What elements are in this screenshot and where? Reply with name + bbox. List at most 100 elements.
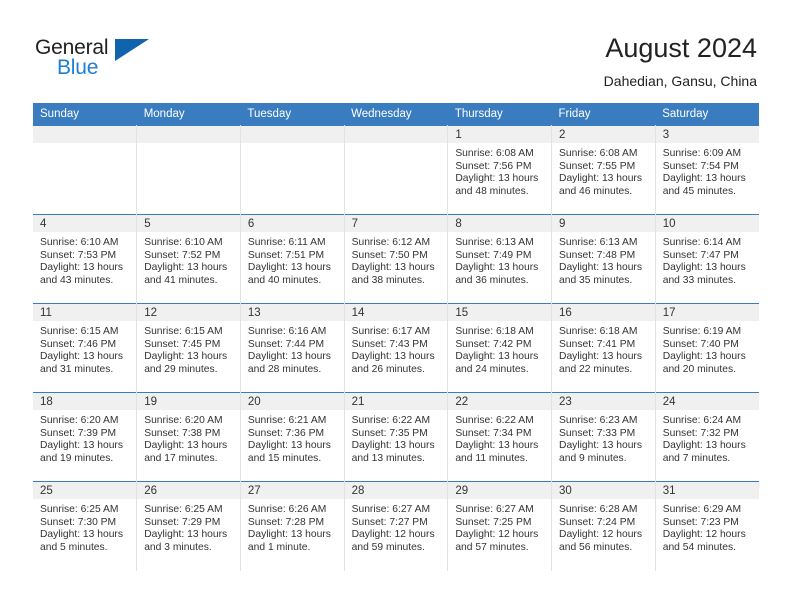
day-number: 20: [240, 393, 344, 410]
calendar-cell-empty: [136, 125, 241, 215]
calendar-day-cell[interactable]: 2 Sunrise: 6:08 AM Sunset: 7:55 PM Daylight…: [551, 125, 656, 215]
sunset-text: Sunset: 7:52 PM: [144, 249, 221, 261]
day-details: Sunrise: 6:29 AM Sunset: 7:23 PM Daylight:…: [656, 499, 759, 554]
sunrise-text: Sunrise: 6:11 AM: [247, 237, 326, 248]
calendar-day-cell[interactable]: 6 Sunrise: 6:11 AM Sunset: 7:51 PM Daylight…: [240, 214, 345, 304]
calendar-day-cell[interactable]: 22 Sunrise: 6:22 AM Sunset: 7:34 PM Dayligh…: [447, 392, 553, 482]
daylight-text-line2: and 24 minutes.: [455, 363, 529, 375]
daylight-text-line2: and 59 minutes.: [351, 541, 425, 553]
sunset-text: Sunset: 7:39 PM: [40, 427, 117, 439]
day-details: Sunrise: 6:24 AM Sunset: 7:32 PM Daylight:…: [656, 410, 759, 465]
calendar-day-cell[interactable]: 19 Sunrise: 6:20 AM Sunset: 7:38 PM Dayligh…: [136, 392, 241, 482]
sunset-text: Sunset: 7:27 PM: [351, 516, 428, 528]
calendar-day-cell[interactable]: 13 Sunrise: 6:16 AM Sunset: 7:44 PM Dayligh…: [240, 303, 345, 393]
day-details: Sunrise: 6:25 AM Sunset: 7:30 PM Daylight:…: [33, 499, 136, 554]
daylight-text-line2: and 41 minutes.: [144, 274, 218, 286]
sunrise-text: Sunrise: 6:15 AM: [144, 326, 223, 337]
daylight-text-line2: and 33 minutes.: [662, 274, 736, 286]
daylight-text-line2: and 20 minutes.: [662, 363, 736, 375]
day-number: 21: [344, 393, 448, 410]
calendar-week-row: 18 Sunrise: 6:20 AM Sunset: 7:39 PM Dayligh…: [33, 392, 759, 482]
calendar-day-cell[interactable]: 5 Sunrise: 6:10 AM Sunset: 7:52 PM Daylight…: [136, 214, 241, 304]
daylight-text-line1: Daylight: 13 hours: [247, 440, 331, 452]
calendar-day-cell[interactable]: 25 Sunrise: 6:25 AM Sunset: 7:30 PM Dayligh…: [33, 481, 138, 571]
day-details: Sunrise: 6:25 AM Sunset: 7:29 PM Daylight:…: [137, 499, 240, 554]
calendar-day-cell[interactable]: 16 Sunrise: 6:18 AM Sunset: 7:41 PM Dayligh…: [551, 303, 656, 393]
day-details: Sunrise: 6:09 AM Sunset: 7:54 PM Daylight:…: [656, 143, 759, 198]
day-details: Sunrise: 6:10 AM Sunset: 7:52 PM Daylight:…: [137, 232, 240, 287]
sunrise-text: Sunrise: 6:21 AM: [247, 415, 327, 426]
calendar-day-cell[interactable]: 12 Sunrise: 6:15 AM Sunset: 7:45 PM Dayligh…: [136, 303, 241, 393]
calendar-day-cell[interactable]: 17 Sunrise: 6:19 AM Sunset: 7:40 PM Dayligh…: [655, 303, 759, 393]
calendar-day-cell[interactable]: 7 Sunrise: 6:12 AM Sunset: 7:50 PM Daylight…: [344, 214, 449, 304]
sunrise-text: Sunrise: 6:12 AM: [351, 237, 431, 248]
weekday-header-thursday: Thursday: [447, 103, 552, 126]
day-number: 19: [137, 393, 240, 410]
day-details: Sunrise: 6:23 AM Sunset: 7:33 PM Daylight:…: [552, 410, 655, 465]
day-details: Sunrise: 6:14 AM Sunset: 7:47 PM Daylight:…: [656, 232, 759, 287]
calendar-cell-empty: [240, 125, 345, 215]
sunset-text: Sunset: 7:46 PM: [40, 338, 117, 350]
calendar-day-cell[interactable]: 23 Sunrise: 6:23 AM Sunset: 7:33 PM Dayligh…: [551, 392, 656, 482]
daylight-text-line2: and 28 minutes.: [247, 363, 322, 375]
day-details: Sunrise: 6:15 AM Sunset: 7:45 PM Daylight:…: [137, 321, 240, 376]
calendar-day-cell[interactable]: 30 Sunrise: 6:28 AM Sunset: 7:24 PM Dayligh…: [551, 481, 656, 571]
calendar-day-cell[interactable]: 9 Sunrise: 6:13 AM Sunset: 7:48 PM Daylight…: [551, 214, 656, 304]
sunset-text: Sunset: 7:34 PM: [455, 427, 532, 439]
daylight-text-line2: and 7 minutes.: [662, 452, 731, 464]
calendar-day-cell[interactable]: 27 Sunrise: 6:26 AM Sunset: 7:28 PM Dayligh…: [240, 481, 345, 571]
day-number: 30: [552, 482, 655, 499]
calendar-day-cell[interactable]: 26 Sunrise: 6:25 AM Sunset: 7:29 PM Dayligh…: [136, 481, 241, 571]
day-number: 16: [552, 304, 655, 321]
calendar-day-cell[interactable]: 14 Sunrise: 6:17 AM Sunset: 7:43 PM Dayligh…: [344, 303, 449, 393]
calendar-week-row: 1 Sunrise: 6:08 AM Sunset: 7:56 PM Daylight…: [33, 125, 759, 215]
daylight-text-line1: Daylight: 12 hours: [662, 529, 746, 541]
sunset-text: Sunset: 7:41 PM: [559, 338, 636, 350]
daylight-text-line1: Daylight: 13 hours: [247, 262, 331, 274]
daylight-text-line2: and 3 minutes.: [144, 541, 212, 553]
day-number: [240, 126, 344, 143]
day-details: Sunrise: 6:13 AM Sunset: 7:49 PM Daylight:…: [448, 232, 551, 287]
calendar-day-cell[interactable]: 8 Sunrise: 6:13 AM Sunset: 7:49 PM Daylight…: [447, 214, 553, 304]
calendar-page: General Blue August 2024 Dahedian, Gansu…: [0, 0, 792, 612]
calendar-day-cell[interactable]: 3 Sunrise: 6:09 AM Sunset: 7:54 PM Daylight…: [655, 125, 759, 215]
daylight-text-line2: and 57 minutes.: [455, 541, 529, 553]
daylight-text-line2: and 1 minute.: [247, 541, 311, 553]
day-number: 5: [137, 215, 240, 232]
daylight-text-line2: and 43 minutes.: [40, 274, 114, 286]
day-details: Sunrise: 6:08 AM Sunset: 7:55 PM Daylight:…: [552, 143, 655, 198]
day-number: 28: [344, 482, 448, 499]
day-number: 15: [448, 304, 552, 321]
daylight-text-line1: Daylight: 13 hours: [144, 440, 228, 452]
sunrise-text: Sunrise: 6:25 AM: [144, 504, 223, 515]
calendar-day-cell[interactable]: 21 Sunrise: 6:22 AM Sunset: 7:35 PM Dayligh…: [344, 392, 449, 482]
day-details: Sunrise: 6:12 AM Sunset: 7:50 PM Daylight:…: [345, 232, 448, 287]
sunset-text: Sunset: 7:24 PM: [559, 516, 636, 528]
calendar-day-cell[interactable]: 10 Sunrise: 6:14 AM Sunset: 7:47 PM Dayligh…: [655, 214, 759, 304]
daylight-text-line2: and 48 minutes.: [455, 185, 529, 197]
daylight-text-line2: and 9 minutes.: [559, 452, 627, 464]
daylight-text-line2: and 15 minutes.: [247, 452, 322, 464]
day-number: 29: [448, 482, 552, 499]
calendar-day-cell[interactable]: 4 Sunrise: 6:10 AM Sunset: 7:53 PM Daylight…: [33, 214, 138, 304]
calendar-day-cell[interactable]: 24 Sunrise: 6:24 AM Sunset: 7:32 PM Dayligh…: [655, 392, 759, 482]
calendar-cell-empty: [344, 125, 449, 215]
calendar-day-cell[interactable]: 11 Sunrise: 6:15 AM Sunset: 7:46 PM Dayligh…: [33, 303, 138, 393]
calendar-day-cell[interactable]: 1 Sunrise: 6:08 AM Sunset: 7:56 PM Daylight…: [447, 125, 553, 215]
day-details: Sunrise: 6:16 AM Sunset: 7:44 PM Daylight:…: [241, 321, 344, 376]
daylight-text-line2: and 22 minutes.: [559, 363, 633, 375]
sunset-text: Sunset: 7:36 PM: [247, 427, 325, 439]
calendar-day-cell[interactable]: 29 Sunrise: 6:27 AM Sunset: 7:25 PM Dayligh…: [447, 481, 553, 571]
calendar-day-cell[interactable]: 15 Sunrise: 6:18 AM Sunset: 7:42 PM Dayligh…: [447, 303, 553, 393]
day-details: Sunrise: 6:13 AM Sunset: 7:48 PM Daylight:…: [552, 232, 655, 287]
calendar-day-cell[interactable]: 28 Sunrise: 6:27 AM Sunset: 7:27 PM Dayligh…: [344, 481, 449, 571]
calendar-day-cell[interactable]: 31 Sunrise: 6:29 AM Sunset: 7:23 PM Dayligh…: [655, 481, 759, 571]
calendar-day-cell[interactable]: 18 Sunrise: 6:20 AM Sunset: 7:39 PM Dayligh…: [33, 392, 138, 482]
sunset-text: Sunset: 7:53 PM: [40, 249, 117, 261]
sunrise-text: Sunrise: 6:29 AM: [662, 504, 742, 515]
generalblue-logo[interactable]: General Blue: [35, 36, 155, 82]
daylight-text-line1: Daylight: 13 hours: [559, 262, 643, 274]
calendar-day-cell[interactable]: 20 Sunrise: 6:21 AM Sunset: 7:36 PM Dayligh…: [240, 392, 345, 482]
logo-text-blue: Blue: [57, 56, 99, 79]
daylight-text-line2: and 35 minutes.: [559, 274, 633, 286]
